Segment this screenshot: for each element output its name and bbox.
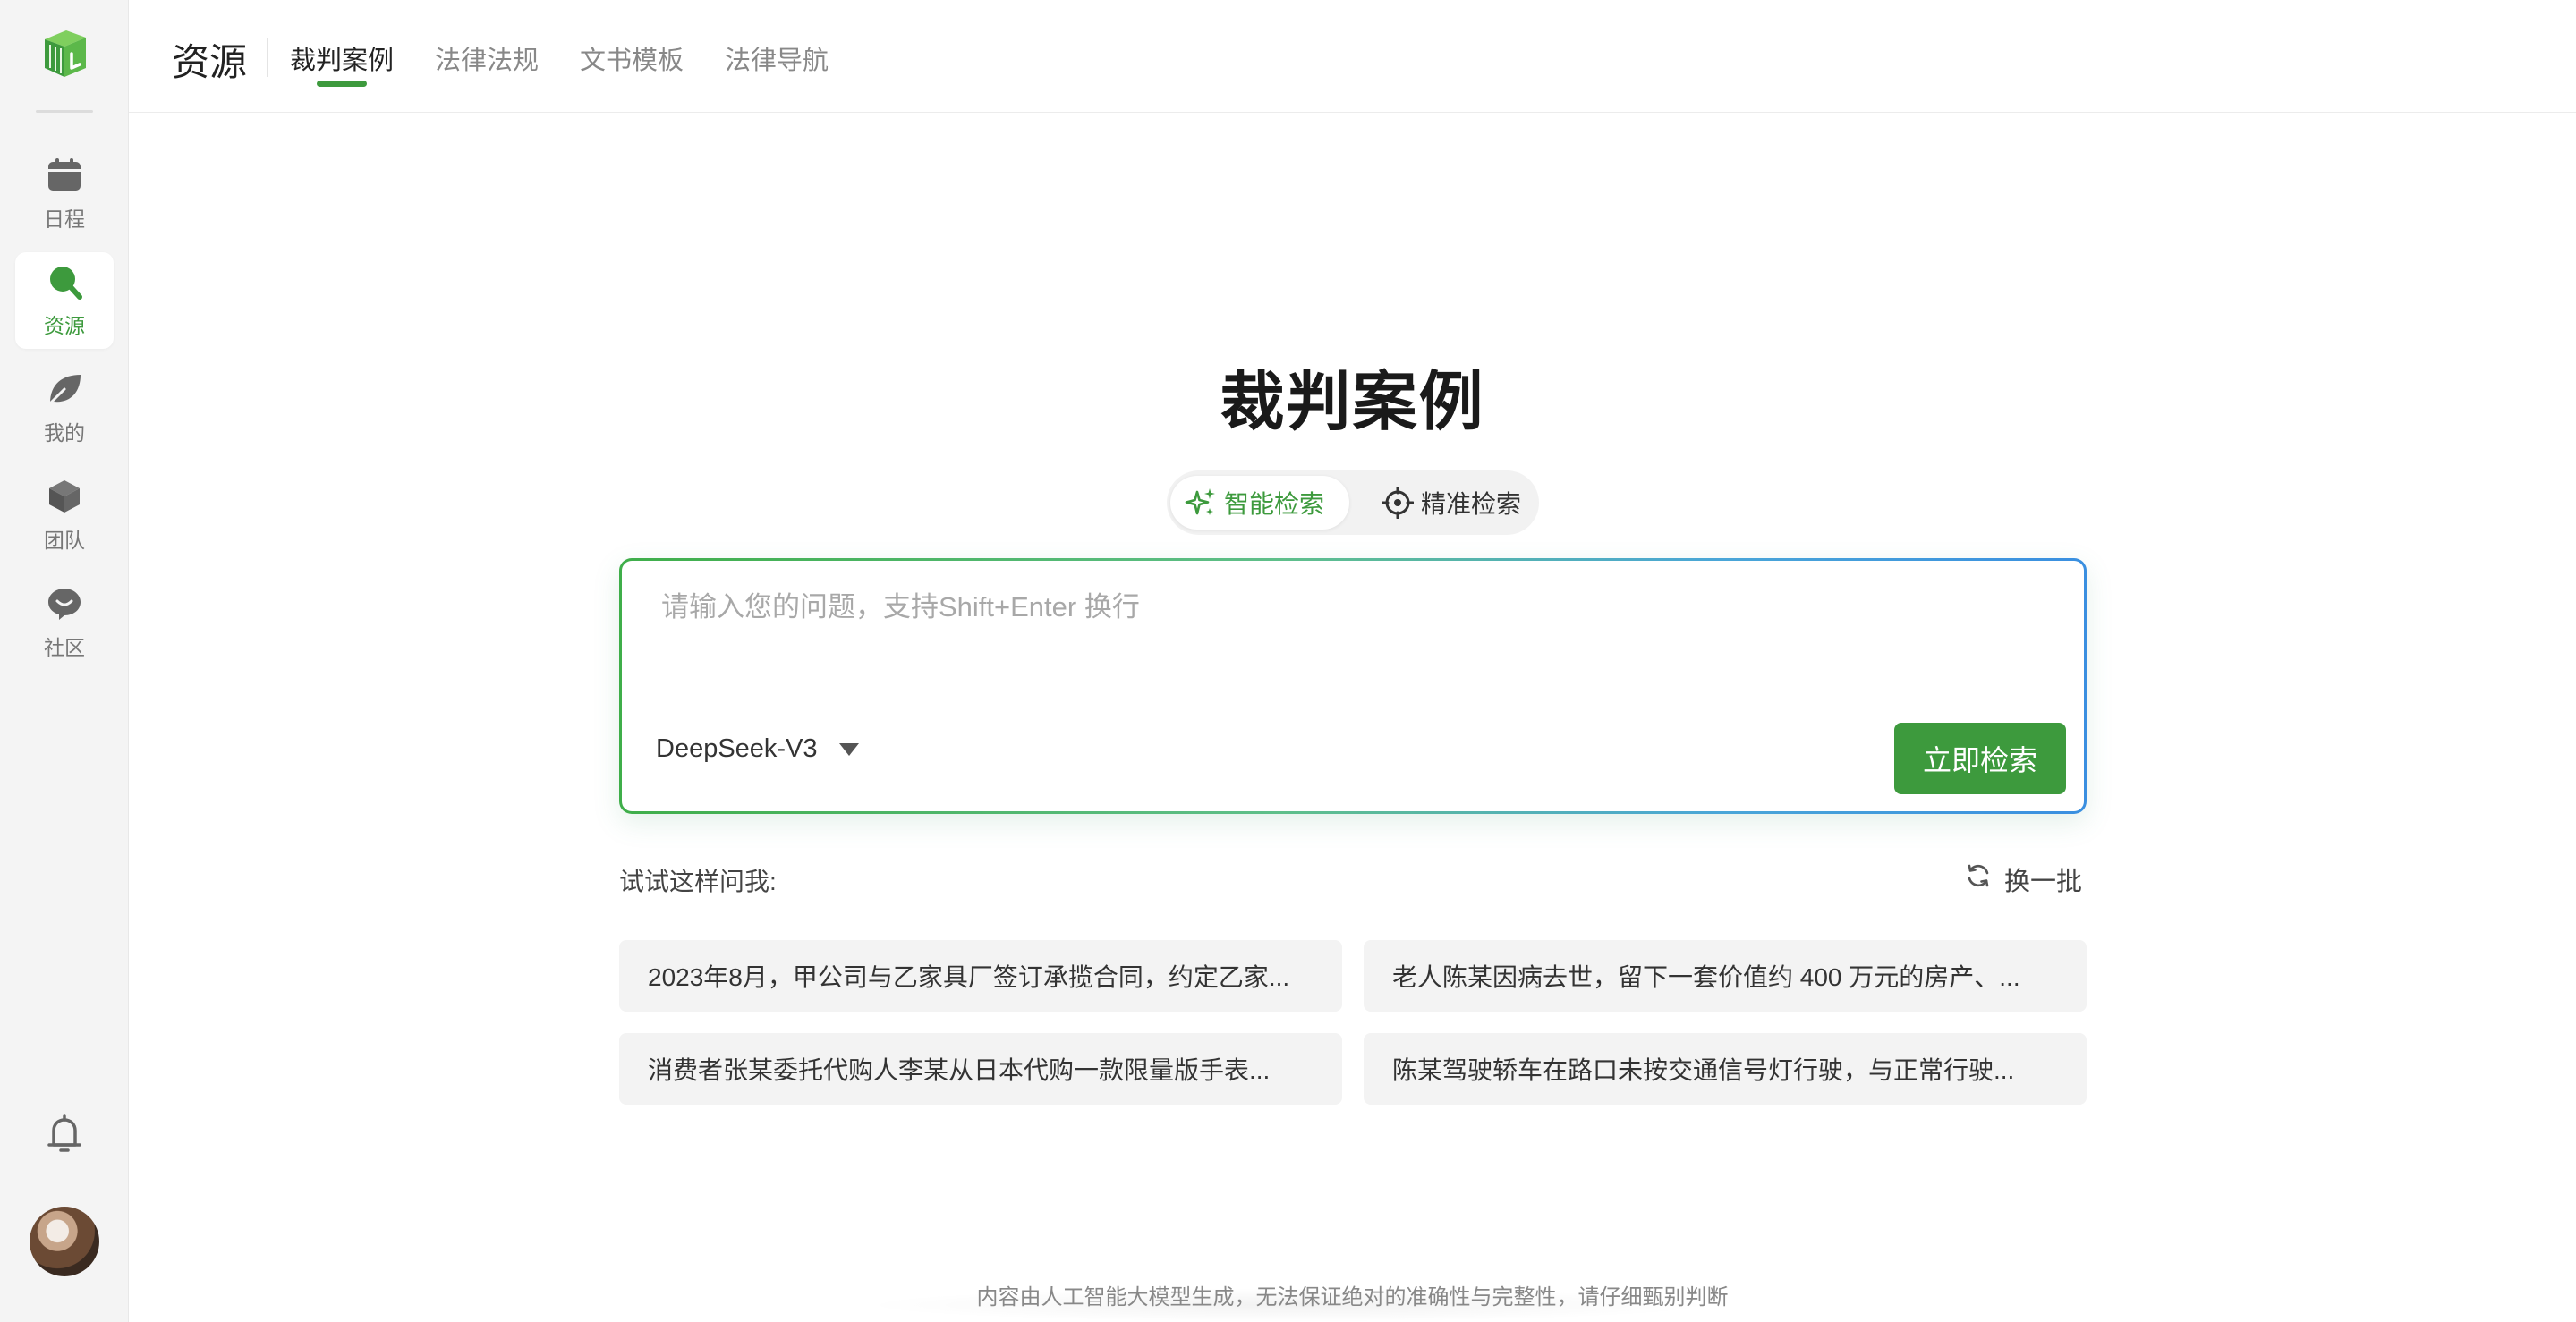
sidebar-item-label: 日程 [44,208,85,231]
suggestion-text: 2023年8月，甲公司与乙家具厂签订承揽合同，约定乙家... [648,963,1290,991]
bell-icon[interactable] [41,1111,88,1157]
smart-search-label: 智能检索 [1224,490,1325,518]
top-header: 资源 裁判案例 法律法规 文书模板 法律导航 [129,0,2576,113]
sidebar-item-schedule[interactable]: 日程 [15,146,114,242]
tab-legal-navigation[interactable]: 法律导航 [725,39,829,77]
sidebar-item-label: 资源 [44,314,85,337]
tab-laws-regulations[interactable]: 法律法规 [435,39,539,77]
refresh-suggestions-button[interactable]: 换一批 [1965,860,2082,898]
header-divider [267,38,268,77]
calendar-icon [45,156,84,195]
page-title: 裁判案例 [1220,367,1485,438]
tab-document-templates[interactable]: 文书模板 [580,39,684,77]
smart-search-button[interactable]: 智能检索 [1170,476,1349,530]
model-select-value: DeepSeek-V3 [656,734,818,763]
sidebar-item-label: 社区 [44,636,85,659]
sidebar-item-team[interactable]: 团队 [15,467,114,564]
suggestion-text: 陈某驾驶轿车在路口未按交通信号灯行驶，与正常行驶... [1392,1056,2015,1084]
suggestions-label: 试试这样问我: [619,868,777,895]
precise-search-label: 精准检索 [1421,490,1522,518]
tab-judgment-cases[interactable]: 裁判案例 [290,39,394,77]
search-icon [45,262,84,301]
active-tab-indicator [317,81,367,87]
search-box: DeepSeek-V3 立即检索 [619,558,2087,814]
suggestion-item[interactable]: 消费者张某委托代购人李某从日本代购一款限量版手表... [619,1033,1342,1105]
search-submit-button[interactable]: 立即检索 [1894,723,2066,794]
sidebar-item-resources[interactable]: 资源 [15,252,114,349]
model-select[interactable]: DeepSeek-V3 [656,734,859,764]
page-section-title: 资源 [172,41,248,83]
sidebar-divider [36,110,93,113]
avatar[interactable] [30,1207,99,1276]
sidebar-item-community[interactable]: 社区 [15,574,114,671]
refresh-label: 换一批 [2004,868,2083,896]
precise-search-button[interactable]: 精准检索 [1367,476,1535,530]
chevron-down-icon [838,742,859,756]
suggestion-text: 老人陈某因病去世，留下一套价值约 400 万元的房产、... [1392,963,2020,991]
crosshair-icon [1382,487,1414,519]
cube-icon [45,477,84,516]
ai-disclaimer: 内容由人工智能大模型生成，无法保证绝对的准确性与完整性，请仔细甄别判断 [976,1285,1729,1309]
sidebar-item-label: 团队 [44,529,85,552]
search-mode-toggle: 智能检索 精准检索 [1167,470,1539,535]
chat-bubble-icon [45,584,84,623]
sidebar: 日程 资源 我的 团队 社区 [0,0,129,1322]
refresh-icon [1965,862,1992,896]
search-box-inner: DeepSeek-V3 立即检索 [622,561,2084,811]
app-logo-icon[interactable] [39,27,89,81]
sparkle-icon [1185,487,1217,519]
suggestion-item[interactable]: 陈某驾驶轿车在路口未按交通信号灯行驶，与正常行驶... [1364,1033,2087,1105]
suggestion-item[interactable]: 老人陈某因病去世，留下一套价值约 400 万元的房产、... [1364,940,2087,1012]
suggestion-item[interactable]: 2023年8月，甲公司与乙家具厂签订承揽合同，约定乙家... [619,940,1342,1012]
suggestion-text: 消费者张某委托代购人李某从日本代购一款限量版手表... [648,1056,1271,1084]
search-input[interactable] [661,591,2003,623]
